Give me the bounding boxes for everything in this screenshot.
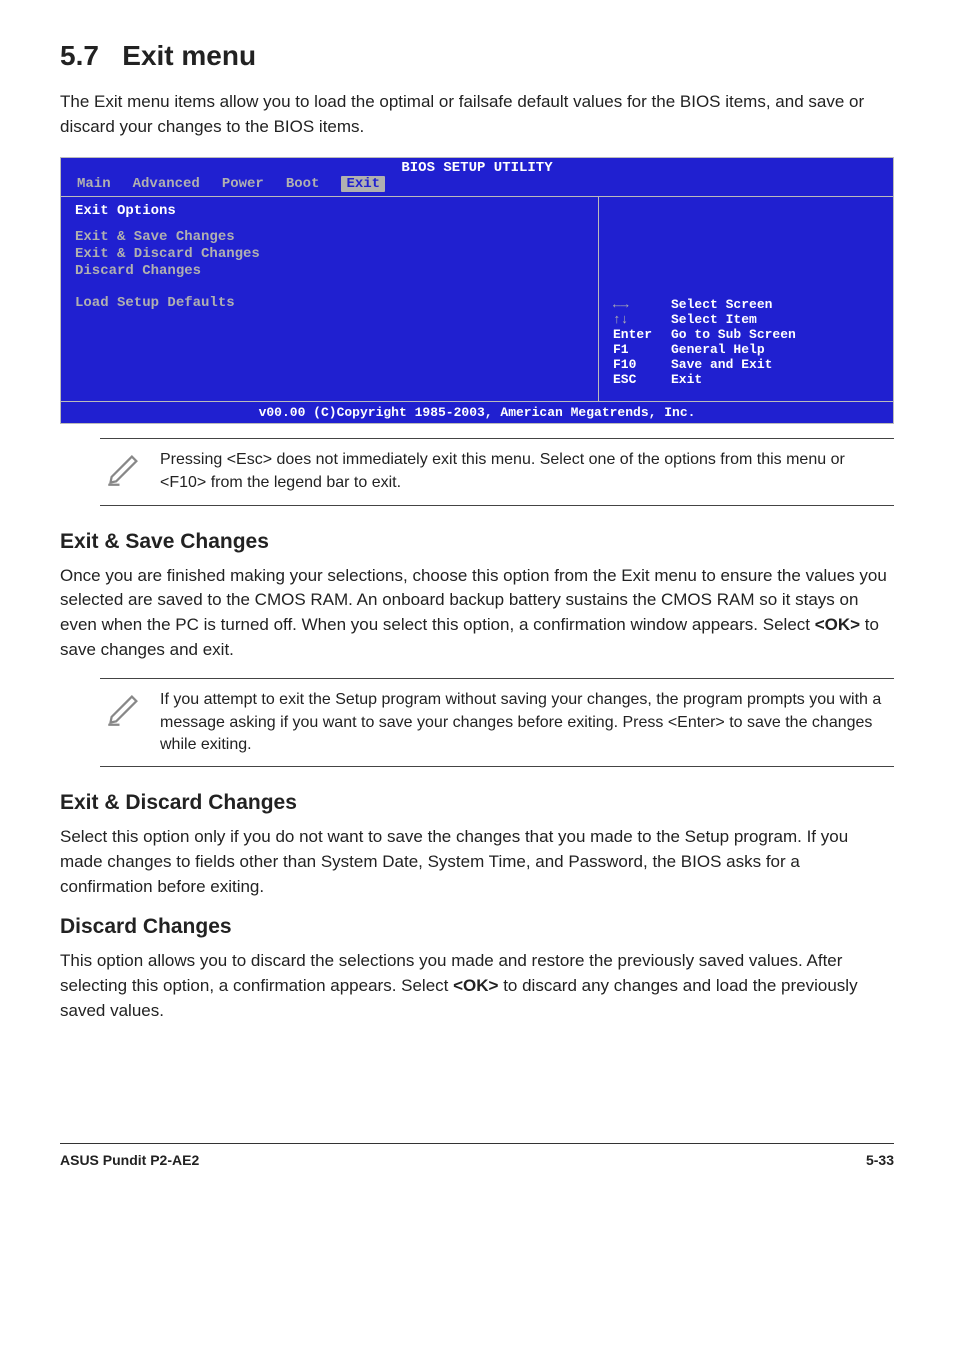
help-select-screen: Select Screen — [671, 297, 772, 312]
title-number: 5.7 — [60, 40, 99, 71]
tab-advanced: Advanced — [133, 176, 200, 192]
help-key-ud: ↑↓ — [613, 312, 663, 327]
note-text-2: If you attempt to exit the Setup program… — [160, 689, 888, 756]
bios-tabs: Main Advanced Power Boot Exit — [61, 176, 893, 196]
para-exit-save-a: Once you are finished making your select… — [60, 566, 887, 634]
bios-title: BIOS SETUP UTILITY — [61, 158, 893, 176]
help-general-help: General Help — [671, 342, 765, 357]
help-key-lr: ←→ — [613, 297, 663, 312]
page-footer: ASUS Pundit P2-AE2 5-33 — [60, 1143, 894, 1168]
para-exit-save: Once you are finished making your select… — [60, 564, 894, 663]
heading-discard-changes: Discard Changes — [60, 915, 894, 939]
title-text: Exit menu — [122, 40, 256, 71]
note-box-2: If you attempt to exit the Setup program… — [100, 678, 894, 767]
footer-left: ASUS Pundit P2-AE2 — [60, 1152, 199, 1168]
tab-exit: Exit — [341, 176, 385, 192]
bios-item-defaults: Load Setup Defaults — [75, 295, 588, 311]
help-key-esc: ESC — [613, 372, 663, 387]
help-key-f10: F10 — [613, 357, 663, 372]
pencil-icon — [106, 691, 142, 734]
heading-exit-save: Exit & Save Changes — [60, 530, 894, 554]
bios-item-discard-exit: Exit & Discard Changes — [75, 246, 588, 262]
para-discard-changes: This option allows you to discard the se… — [60, 949, 894, 1023]
bios-left-heading: Exit Options — [75, 203, 588, 219]
intro-paragraph: The Exit menu items allow you to load th… — [60, 90, 894, 139]
note-text-1: Pressing <Esc> does not immediately exit… — [160, 449, 888, 494]
bios-item-save: Exit & Save Changes — [75, 229, 588, 245]
bios-help-pane: ←→ Select Screen ↑↓ Select Item Enter Go to… — [599, 197, 893, 401]
help-key-f1: F1 — [613, 342, 663, 357]
help-key-enter: Enter — [613, 327, 663, 342]
tab-main: Main — [77, 176, 111, 192]
bios-item-discard: Discard Changes — [75, 263, 588, 279]
help-save-exit: Save and Exit — [671, 357, 772, 372]
para-exit-discard: Select this option only if you do not wa… — [60, 825, 894, 899]
note-box-1: Pressing <Esc> does not immediately exit… — [100, 438, 894, 505]
tab-power: Power — [222, 176, 264, 192]
heading-exit-discard: Exit & Discard Changes — [60, 791, 894, 815]
bios-footer: v00.00 (C)Copyright 1985-2003, American … — [60, 402, 894, 424]
help-sub-screen: Go to Sub Screen — [671, 327, 796, 342]
para-exit-save-bold: <OK> — [815, 615, 860, 634]
pencil-icon — [106, 451, 142, 494]
tab-boot: Boot — [286, 176, 320, 192]
help-select-item: Select Item — [671, 312, 757, 327]
para-discard-bold: <OK> — [453, 976, 498, 995]
bios-screenshot: BIOS SETUP UTILITY Main Advanced Power B… — [60, 157, 894, 424]
page-title: 5.7 Exit menu — [60, 40, 894, 72]
bios-left-pane: Exit Options Exit & Save Changes Exit & … — [61, 197, 599, 401]
help-exit: Exit — [671, 372, 702, 387]
footer-right: 5-33 — [866, 1152, 894, 1168]
